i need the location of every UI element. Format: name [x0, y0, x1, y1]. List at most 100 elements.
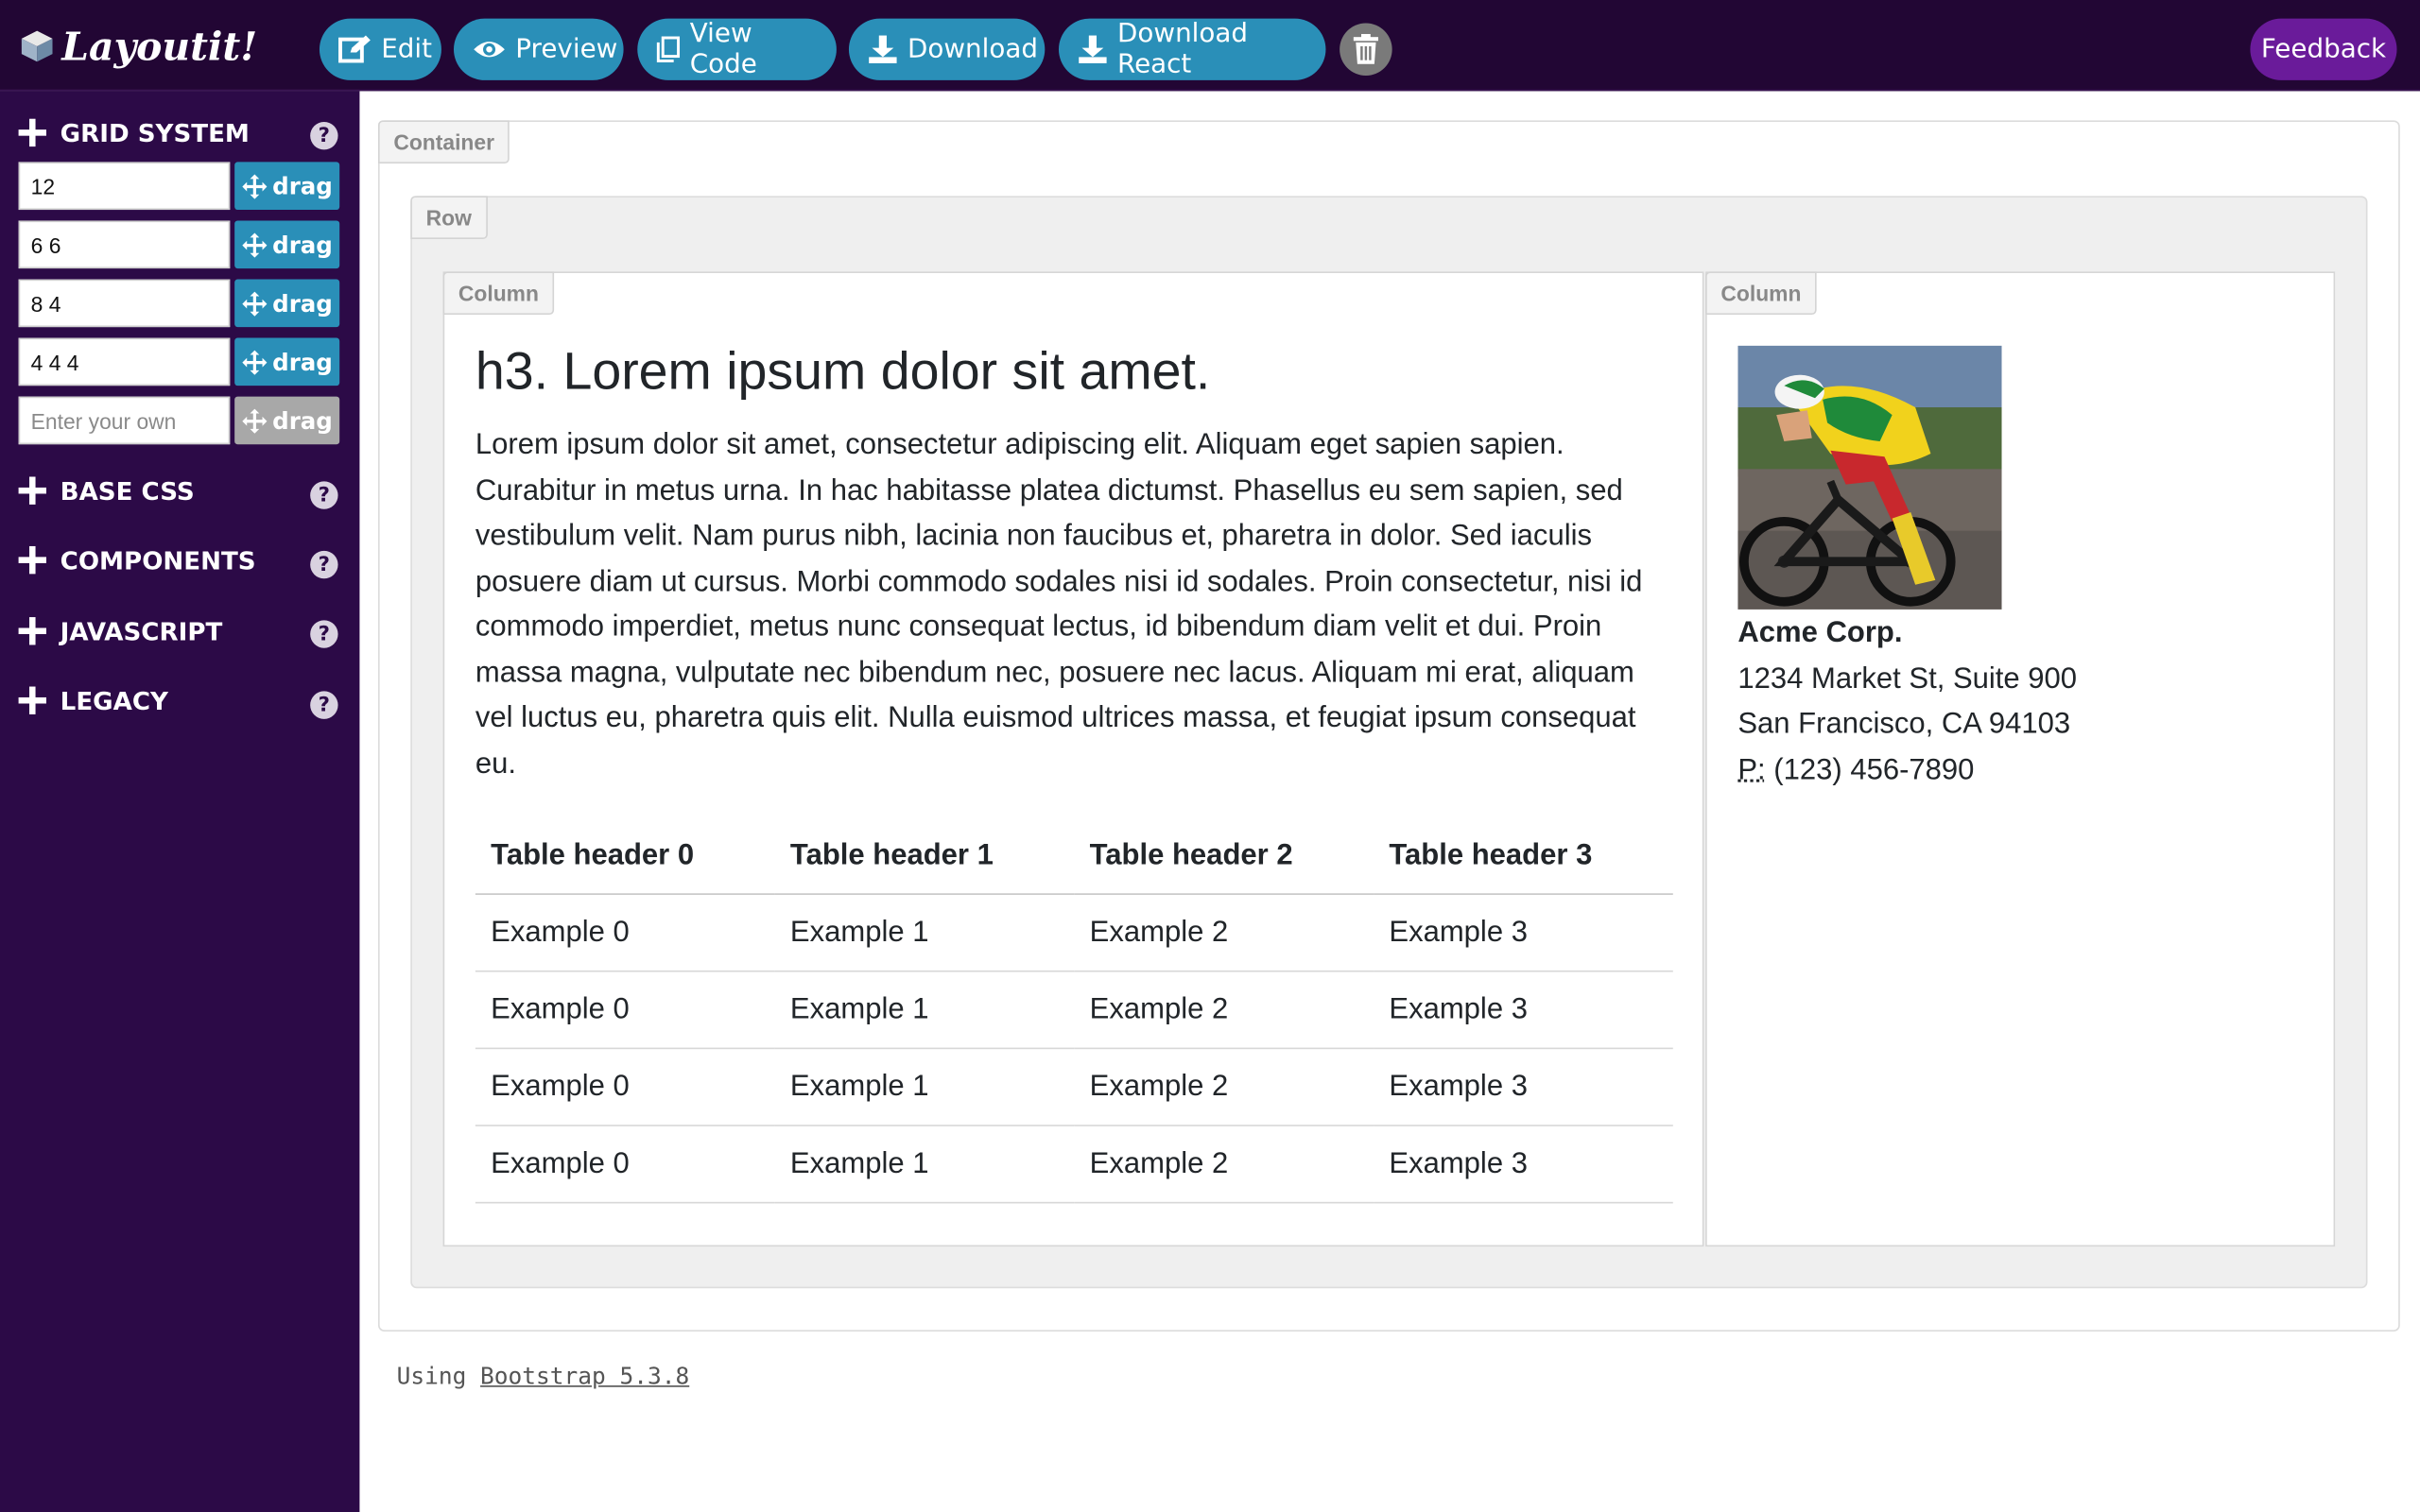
- move-icon: [241, 290, 267, 316]
- table-cell: Example 0: [475, 1125, 775, 1204]
- cyclist-photo: [1737, 345, 2002, 610]
- download-react-label: Download React: [1117, 18, 1249, 80]
- drag-label: drag: [272, 172, 333, 200]
- help-icon[interactable]: ?: [310, 121, 338, 150]
- grid-8-4-input[interactable]: [18, 279, 231, 328]
- column-tag[interactable]: Column: [1705, 271, 1817, 316]
- table-cell: Example 1: [774, 1048, 1075, 1126]
- address-line: 1234 Market St, Suite 900: [1737, 662, 2078, 696]
- sidebar-section-base-css[interactable]: BASE CSS: [18, 471, 195, 510]
- plus-icon: [18, 686, 46, 714]
- section-label: JAVASCRIPT: [60, 616, 223, 646]
- help-icon[interactable]: ?: [310, 620, 338, 648]
- table-cell: Example 3: [1374, 1048, 1673, 1126]
- container-tag[interactable]: Container: [377, 120, 510, 164]
- address-line: San Francisco, CA 94103: [1737, 708, 2071, 741]
- edit-icon: [338, 35, 371, 63]
- preview-button[interactable]: Preview: [453, 18, 624, 80]
- table-cell: Example 0: [475, 971, 775, 1050]
- section-label: COMPONENTS: [60, 545, 256, 576]
- table-cell: Example 2: [1074, 1125, 1374, 1204]
- plus-icon: [18, 617, 46, 645]
- copy-icon: [656, 36, 681, 62]
- table-row: Example 0 Example 1 Example 2 Example 3: [475, 1048, 1673, 1126]
- move-icon: [241, 407, 267, 433]
- grid-12-input[interactable]: [18, 162, 231, 211]
- edit-label: Edit: [381, 33, 433, 65]
- download-label: Download: [907, 33, 1038, 65]
- help-icon[interactable]: ?: [310, 550, 338, 579]
- plus-icon: [18, 476, 46, 505]
- download-react-button[interactable]: Download React: [1058, 18, 1326, 80]
- table-cell: Example 2: [1074, 1048, 1374, 1126]
- grid-4-4-4-input[interactable]: [18, 337, 231, 387]
- grid-system-title: GRID SYSTEM: [60, 117, 250, 147]
- drag-label: drag: [272, 348, 333, 376]
- download-icon: [869, 35, 897, 63]
- table-cell: Example 1: [774, 1125, 1075, 1204]
- plus-icon: [18, 118, 46, 147]
- drag-handle[interactable]: drag: [234, 279, 340, 328]
- footer-prefix: Using: [396, 1362, 467, 1391]
- preview-label: Preview: [515, 33, 618, 65]
- table-row: Example 0 Example 1 Example 2 Example 3: [475, 971, 1673, 1050]
- clear-canvas-button[interactable]: [1340, 23, 1392, 76]
- grid-6-6-input[interactable]: [18, 220, 231, 269]
- help-icon[interactable]: ?: [310, 481, 338, 509]
- help-icon[interactable]: ?: [310, 691, 338, 719]
- drag-label: drag: [272, 289, 333, 318]
- custom-grid-input[interactable]: [18, 396, 231, 445]
- table-cell: Example 0: [475, 1048, 775, 1126]
- paragraph: Lorem ipsum dolor sit amet, consectetur …: [475, 428, 1643, 781]
- sidebar: GRID SYSTEM ? drag drag drag drag drag: [0, 91, 360, 1512]
- move-icon: [241, 173, 267, 198]
- table-header: Table header 2: [1074, 817, 1374, 895]
- cube-icon: [21, 30, 53, 62]
- sidebar-section-components[interactable]: COMPONENTS: [18, 540, 256, 579]
- eye-icon: [474, 42, 505, 58]
- top-toolbar: Layoutit! Edit Preview View Code Downloa…: [0, 0, 2420, 92]
- table-header: Table header 3: [1374, 817, 1673, 895]
- table-header-row: Table header 0 Table header 1 Table head…: [475, 817, 1673, 895]
- drag-handle[interactable]: drag: [234, 162, 340, 211]
- drag-handle[interactable]: drag: [234, 220, 340, 269]
- feedback-button[interactable]: Feedback: [2250, 18, 2397, 80]
- download-icon: [1079, 35, 1107, 63]
- edit-button[interactable]: Edit: [319, 18, 441, 80]
- download-button[interactable]: Download: [848, 18, 1046, 80]
- drag-handle[interactable]: drag: [234, 337, 340, 387]
- table-header: Table header 0: [475, 817, 775, 895]
- bootstrap-version-link[interactable]: Bootstrap 5.3.8: [480, 1363, 689, 1390]
- table-cell: Example 3: [1374, 1125, 1673, 1204]
- table-cell: Example 1: [774, 894, 1075, 972]
- view-code-label: View Code: [689, 18, 757, 80]
- table-cell: Example 3: [1374, 894, 1673, 972]
- row-tag[interactable]: Row: [410, 196, 488, 240]
- table-cell: Example 2: [1074, 971, 1374, 1050]
- drag-label: drag: [272, 406, 333, 435]
- brand-logo[interactable]: Layoutit!: [19, 19, 258, 75]
- trash-icon: [1353, 33, 1378, 64]
- move-icon: [241, 232, 267, 257]
- sidebar-section-grid-system[interactable]: GRID SYSTEM: [18, 112, 250, 152]
- brand-name: Layoutit!: [61, 24, 258, 69]
- table-cell: Example 2: [1074, 894, 1374, 972]
- phone-number: (123) 456-7890: [1773, 753, 1975, 786]
- view-code-button[interactable]: View Code: [637, 18, 837, 80]
- table-row: Example 0 Example 1 Example 2 Example 3: [475, 1125, 1673, 1204]
- sidebar-section-legacy[interactable]: LEGACY: [18, 680, 168, 720]
- example-table: Table header 0 Table header 1 Table head…: [475, 817, 1673, 1204]
- table-cell: Example 3: [1374, 971, 1673, 1050]
- table-row: Example 0 Example 1 Example 2 Example 3: [475, 894, 1673, 972]
- move-icon: [241, 349, 267, 374]
- column-tag[interactable]: Column: [442, 271, 555, 316]
- phone-line: P: (123) 456-7890: [1737, 747, 2077, 793]
- sidebar-section-javascript[interactable]: JAVASCRIPT: [18, 611, 223, 651]
- table-cell: Example 0: [475, 894, 775, 972]
- table-header: Table header 1: [774, 817, 1075, 895]
- address-block: Acme Corp. 1234 Market St, Suite 900 San…: [1737, 611, 2077, 794]
- framework-footer: Using Bootstrap 5.3.8: [397, 1363, 690, 1390]
- table-cell: Example 1: [774, 971, 1075, 1050]
- company-name: Acme Corp.: [1737, 617, 1903, 650]
- drag-label: drag: [272, 231, 333, 259]
